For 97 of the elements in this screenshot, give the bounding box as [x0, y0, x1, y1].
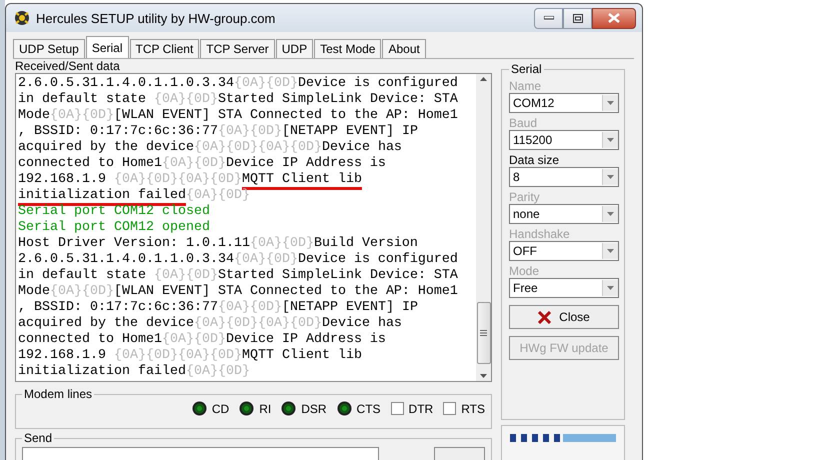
checkbox[interactable]	[390, 402, 404, 415]
status-message: Serial port COM12 opened	[18, 220, 210, 235]
group-label: Send	[23, 431, 54, 445]
minimize-icon	[544, 16, 554, 20]
led-label: CTS	[356, 402, 381, 416]
close-icon	[608, 13, 620, 23]
control-code: {0A}{0D}	[154, 92, 218, 107]
field-label: Handshake	[509, 227, 571, 241]
tab[interactable]: UDP	[276, 39, 314, 58]
led-label: RI	[259, 402, 272, 416]
log-text: 192.168.1.9	[18, 172, 107, 187]
log-text: MQTT Client lib	[242, 348, 362, 363]
log-text: Host Driver Version: 1.0.1.11	[18, 236, 250, 251]
control-code: {0A}{0D}	[162, 156, 226, 171]
checkbox[interactable]	[443, 402, 456, 415]
tab[interactable]: Test Mode	[314, 39, 382, 58]
tab[interactable]: TCP Server	[200, 39, 275, 58]
log-text: Device has	[322, 316, 402, 331]
control-code: {0A}{0D}	[50, 284, 114, 299]
minimize-button[interactable]	[534, 8, 563, 28]
control-code: {0A}{0D}{0A}{0D}	[114, 348, 242, 363]
close-icon	[538, 310, 552, 324]
log-text: Mode	[18, 284, 50, 299]
log-text: Device is configured	[298, 76, 458, 91]
control-code: {0A}{0D}	[234, 76, 298, 91]
close-button[interactable]	[592, 8, 636, 28]
log-text: [NETAPP EVENT] IP	[282, 300, 418, 315]
log-text: [WLAN EVENT] STA Connected to the AP: Home1	[114, 108, 458, 123]
log-text: in default state	[18, 268, 147, 283]
control-code: {0A}{0D}	[250, 236, 314, 251]
control-code: {0A}{0D}	[218, 300, 282, 315]
dropdown-arrow-icon	[607, 249, 614, 253]
scrollbar[interactable]	[476, 74, 491, 381]
log-text: initialization failed	[18, 364, 186, 379]
dropdown-arrow-icon	[607, 101, 614, 105]
close-port-button[interactable]: Close	[509, 305, 619, 329]
led-label: DSR	[301, 402, 327, 416]
log-text: connected to Home1	[18, 332, 162, 347]
grip-icon	[480, 330, 487, 336]
led-label: CD	[212, 402, 230, 416]
log-text: in default state	[18, 92, 147, 107]
tab[interactable]: UDP Setup	[13, 39, 85, 58]
field-label: Baud	[509, 116, 538, 130]
control-code: {0A}{0D}	[154, 268, 218, 283]
scroll-up-icon[interactable]	[480, 77, 487, 81]
dropdown-arrow-icon	[607, 175, 614, 179]
field-label: Parity	[509, 190, 541, 204]
control-code: {0A}{0D}{0A}{0D}	[194, 140, 322, 155]
log-text: , BSSID: 0:17:7c:6c:36:77	[18, 124, 218, 139]
tab[interactable]: About	[382, 39, 426, 58]
log-text: acquired by the device	[18, 316, 194, 331]
group-label: Modem lines	[23, 387, 94, 401]
control-code: {0A}{0D}	[218, 124, 282, 139]
log-text: Device IP Address is	[226, 156, 386, 171]
maximize-button[interactable]	[563, 8, 592, 28]
control-code: {0A}{0D}{0A}{0D}	[114, 172, 242, 187]
dropdown[interactable]: 8	[509, 167, 619, 187]
tab[interactable]: TCP Client	[130, 39, 200, 58]
dropdown-arrow-icon	[607, 286, 614, 290]
log-text: initialization failed	[18, 188, 186, 203]
scroll-down-icon[interactable]	[480, 374, 487, 378]
section-label: Received/Sent data	[15, 60, 121, 73]
log-text: 2.6.0.5.31.1.4.0.1.1.0.3.34	[18, 252, 234, 267]
log-text: Build Version	[314, 236, 418, 251]
field-label: Name	[509, 79, 542, 93]
log-text: [WLAN EVENT] STA Connected to the AP: Home1	[114, 284, 458, 299]
log-text: MQTT Client lib	[242, 172, 362, 187]
log-text: Device is configured	[298, 252, 458, 267]
tab[interactable]: Serial	[86, 36, 128, 58]
control-code: {0A}{0D}	[234, 252, 298, 267]
checkbox-label: DTR	[408, 402, 434, 416]
control-code: {0A}{0D}	[186, 364, 250, 379]
log-text: Mode	[18, 108, 50, 123]
control-code: {0A}{0D}	[186, 188, 250, 203]
checkbox-label: RTS	[461, 402, 485, 416]
log-text: acquired by the device	[18, 140, 194, 155]
field-label: Mode	[509, 264, 540, 278]
log-text: Started SimpleLink Device: STA	[218, 92, 458, 107]
dropdown-arrow-icon	[607, 138, 614, 142]
maximize-icon	[572, 14, 582, 22]
log-text: , BSSID: 0:17:7c:6c:36:77	[18, 300, 218, 315]
log-text: Device IP Address is	[226, 332, 386, 347]
log-text: [NETAPP EVENT] IP	[282, 124, 418, 139]
dropdown-arrow-icon	[607, 212, 614, 216]
app-icon	[14, 10, 30, 26]
control-code: {0A}{0D}	[50, 108, 114, 123]
control-code: {0A}{0D}	[162, 332, 226, 347]
log-text: connected to Home1	[18, 156, 162, 171]
log-text: Device has	[322, 140, 402, 155]
group-label: Serial	[510, 62, 543, 76]
log-text: 192.168.1.9	[18, 348, 107, 363]
log-text: Started SimpleLink Device: STA	[218, 268, 458, 283]
log-text: 2.6.0.5.31.1.4.0.1.1.0.3.34	[18, 76, 234, 91]
control-code: {0A}{0D}{0A}{0D}	[194, 316, 322, 331]
window-title: Hercules SETUP utility by HW-group.com	[36, 10, 276, 26]
field-label: Data size	[509, 153, 560, 167]
status-message: Serial port COM12 closed	[18, 204, 210, 219]
